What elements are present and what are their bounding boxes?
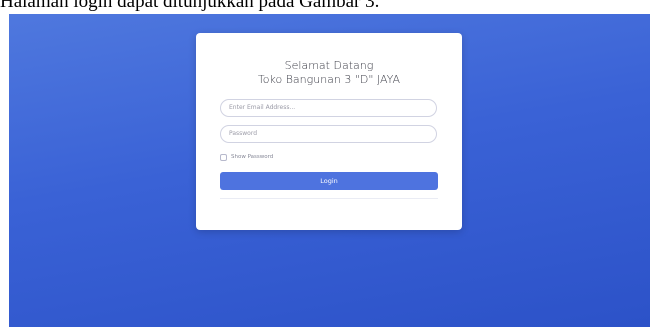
password-input[interactable]: Password	[220, 125, 437, 143]
email-input[interactable]: Enter Email Address...	[220, 99, 437, 117]
login-card: Selamat Datang Toko Bangunan 3 "D" JAYA …	[196, 33, 462, 230]
show-password-checkbox[interactable]	[220, 153, 227, 161]
show-password-label: Show Password	[231, 154, 274, 160]
login-button[interactable]: Login	[220, 172, 438, 190]
store-name-heading: Toko Bangunan 3 "D" JAYA	[257, 73, 401, 86]
greeting-heading: Selamat Datang	[284, 59, 374, 72]
show-password-row[interactable]: Show Password	[220, 152, 273, 162]
document-caption: Halaman login dapat ditunjukkan pada Gam…	[0, 0, 380, 12]
login-screen: Selamat Datang Toko Bangunan 3 "D" JAYA …	[9, 14, 650, 327]
page: Halaman login dapat ditunjukkan pada Gam…	[0, 0, 652, 327]
divider	[220, 198, 438, 199]
